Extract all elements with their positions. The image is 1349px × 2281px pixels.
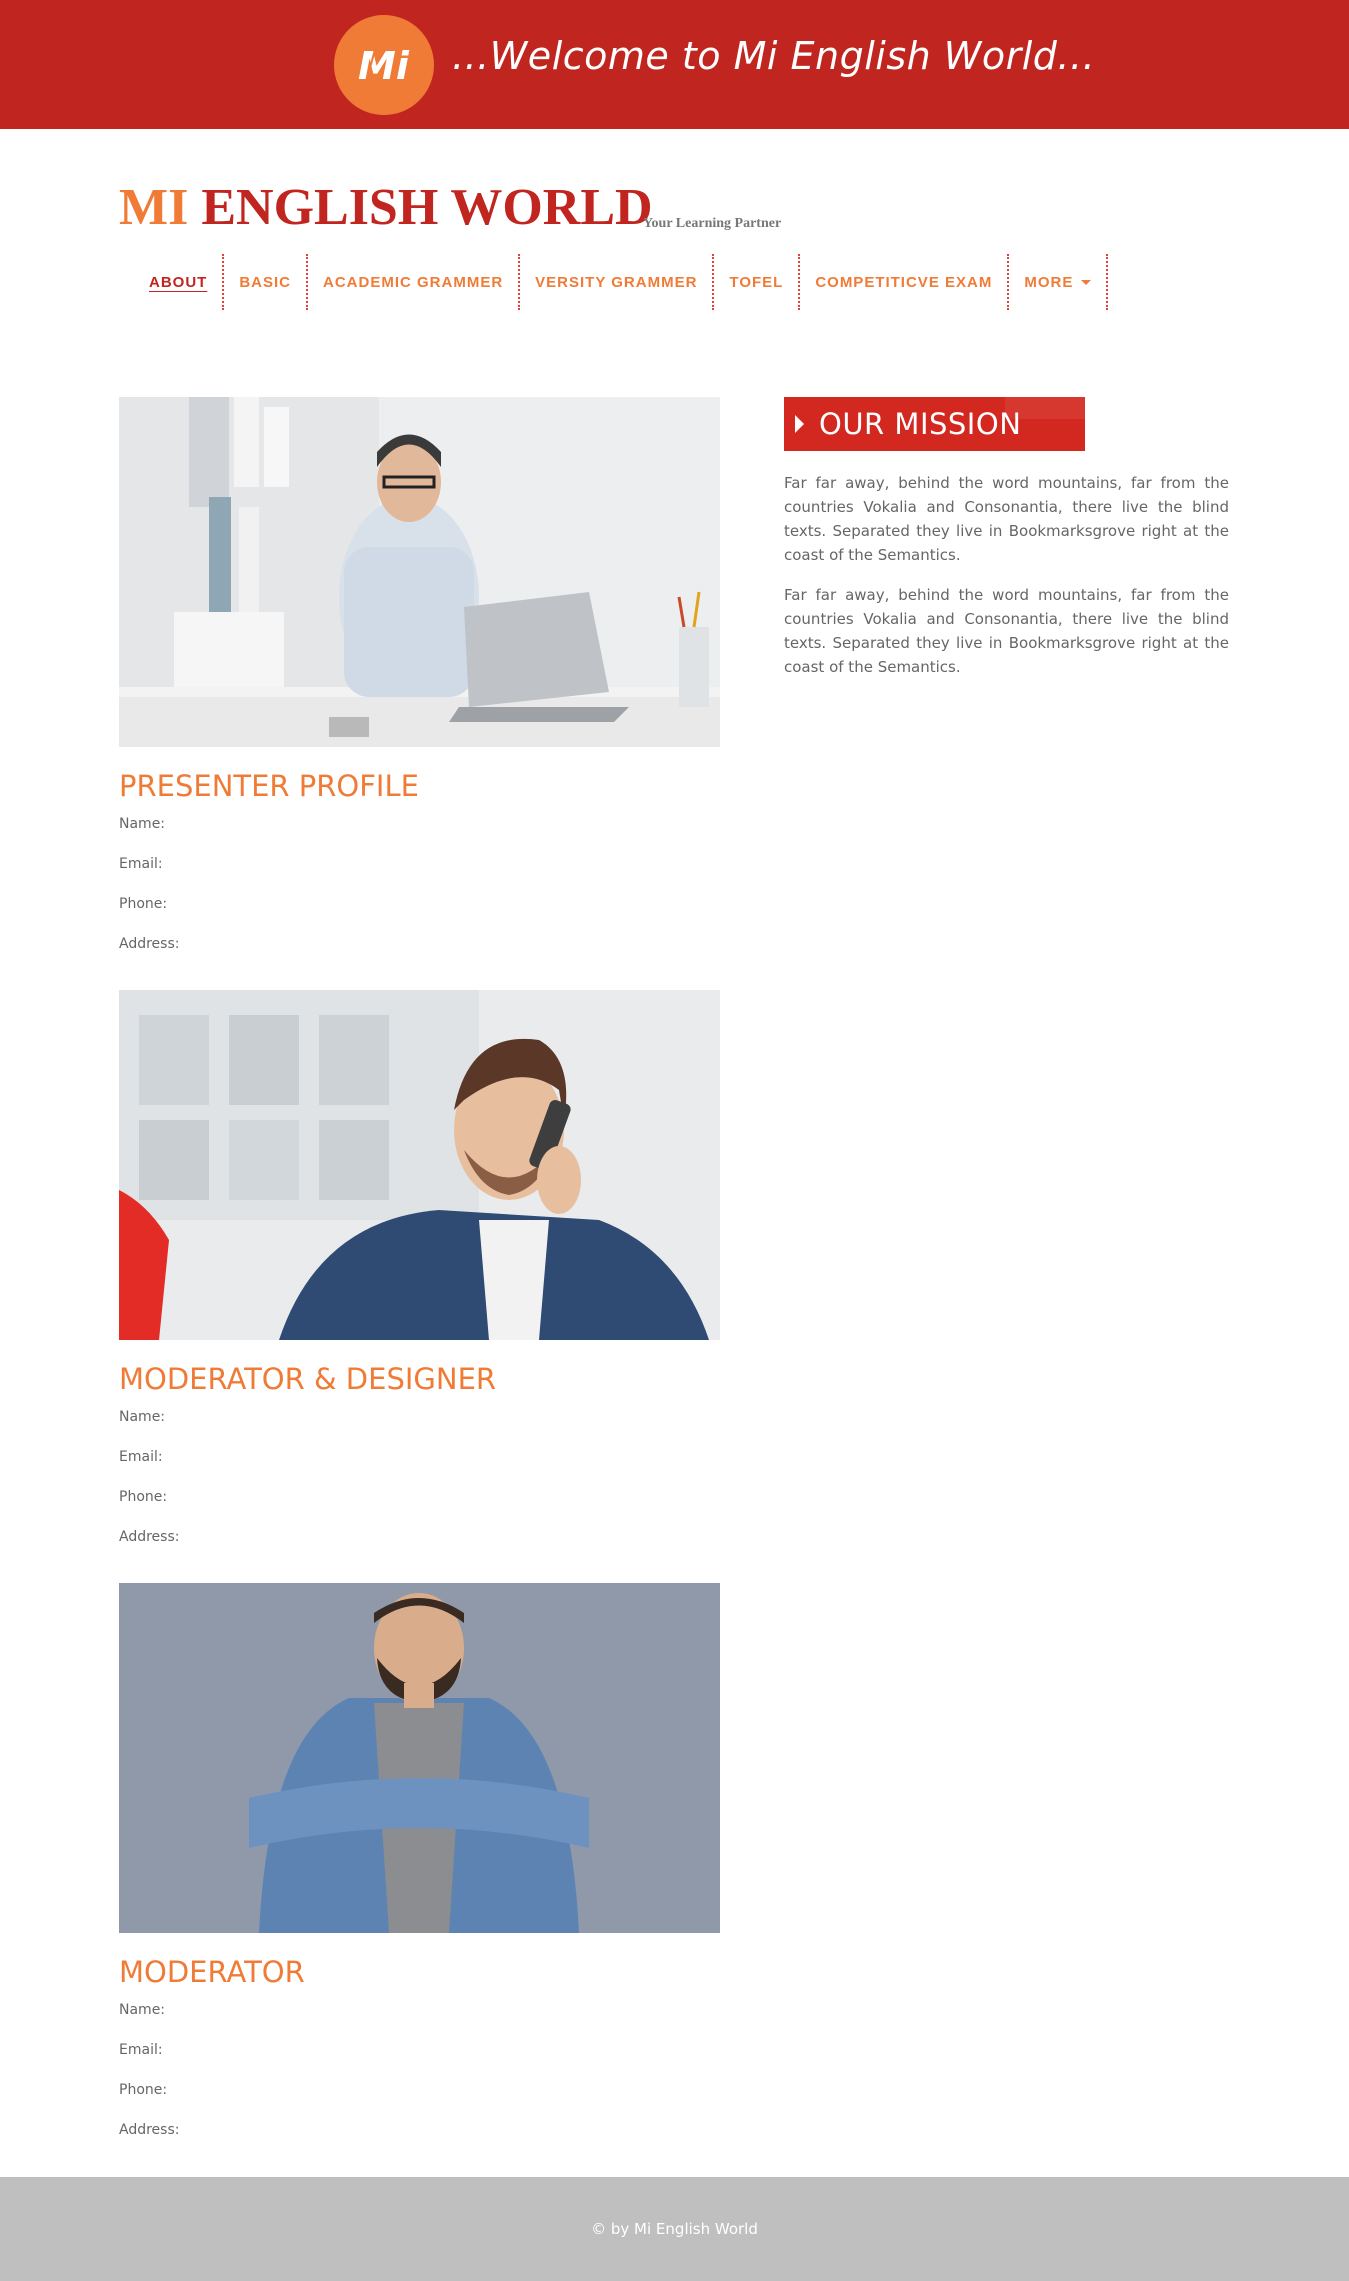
welcome-heading: ...Welcome to Mi English World... [452, 34, 1096, 78]
field-phone: Phone: [119, 2082, 168, 2098]
nav-item-more[interactable]: MORE [1009, 254, 1109, 310]
nav-item-academic-grammer[interactable]: ACADEMIC GRAMMER [308, 254, 521, 310]
nav-label: COMPETITICVE EXAM [815, 273, 993, 291]
bearded-man-photo [119, 1583, 720, 1933]
profile-title: MODERATOR [119, 1955, 305, 1989]
moderator-designer-photo [119, 990, 720, 1340]
nav-label: ABOUT [149, 273, 208, 291]
mission-paragraph: Far far away, behind the word mountains,… [784, 474, 1229, 564]
nav-label: TOFEL [729, 273, 784, 291]
field-name: Name: [119, 2002, 166, 2018]
field-address: Address: [119, 1529, 180, 1545]
field-email: Email: [119, 2042, 163, 2058]
field-phone: Phone: [119, 896, 168, 912]
mission-heading-highlight [1005, 397, 1085, 419]
field-address: Address: [119, 936, 180, 952]
man-with-laptop-photo [119, 397, 720, 747]
nav-label: MORE [1024, 273, 1074, 291]
presenter-photo [119, 397, 720, 747]
mission-title: OUR MISSION [819, 407, 1022, 441]
profile-title: MODERATOR & DESIGNER [119, 1362, 497, 1396]
site-title-rest: ENGLISH WORLD [201, 179, 653, 236]
nav-label: ACADEMIC GRAMMER [323, 273, 504, 291]
man-in-blazer-photo [119, 990, 720, 1340]
tagline: Your Learning Partner [643, 216, 782, 231]
field-name: Name: [119, 1409, 166, 1425]
nav-label: BASIC [239, 273, 291, 291]
profile-title: PRESENTER PROFILE [119, 769, 419, 803]
footer: © by Mi English World [0, 2177, 1349, 2281]
chevron-down-icon [1081, 279, 1092, 285]
logo-icon: Mi [358, 44, 410, 88]
nav-label: VERSITY GRAMMER [535, 273, 698, 291]
site-title[interactable]: MI ENGLISH WORLD [119, 178, 653, 238]
field-name: Name: [119, 816, 166, 832]
nav-item-basic[interactable]: BASIC [224, 254, 308, 310]
field-email: Email: [119, 1449, 163, 1465]
footer-copyright: © by Mi English World [591, 2220, 758, 2238]
moderator-photo [119, 1583, 720, 1933]
site-title-mi: MI [119, 179, 189, 236]
site-logo[interactable]: Mi [334, 15, 434, 115]
field-email: Email: [119, 856, 163, 872]
nav-item-about[interactable]: ABOUT [134, 254, 225, 310]
caret-right-icon [795, 415, 804, 433]
nav-item-competiticve-exam[interactable]: COMPETITICVE EXAM [800, 254, 1010, 310]
main-nav: ABOUT BASIC ACADEMIC GRAMMER VERSITY GRA… [134, 254, 1109, 310]
nav-item-tofel[interactable]: TOFEL [714, 254, 801, 310]
nav-item-versity-grammer[interactable]: VERSITY GRAMMER [520, 254, 715, 310]
mission-paragraph: Far far away, behind the word mountains,… [784, 586, 1229, 676]
field-address: Address: [119, 2122, 180, 2138]
top-banner: Mi ...Welcome to Mi English World... [0, 0, 1349, 129]
mission-heading: OUR MISSION [784, 397, 1085, 451]
field-phone: Phone: [119, 1489, 168, 1505]
